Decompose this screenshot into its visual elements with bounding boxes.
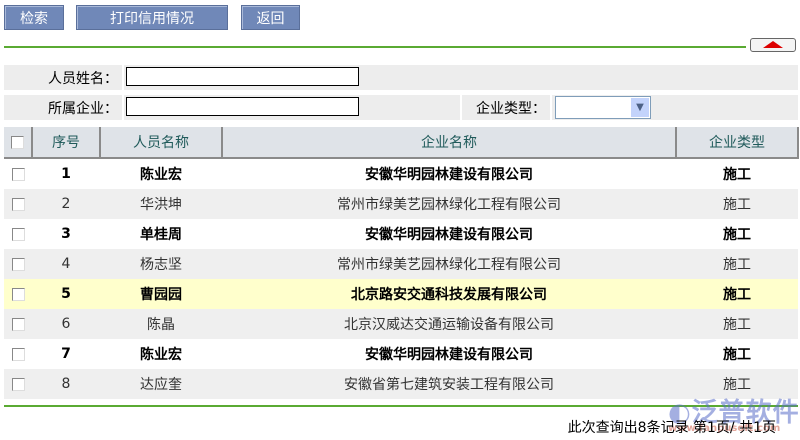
row-checkbox[interactable] [11,317,25,331]
cell-no: 4 [32,249,100,279]
header-company[interactable]: 企业名称 [222,127,677,159]
row-checkbox[interactable] [11,197,25,211]
table-row[interactable]: 6 陈晶 北京汉威达交通运输设备有限公司 施工 [4,309,798,339]
cell-type: 施工 [676,339,798,369]
cell-no: 7 [32,339,100,369]
cell-name[interactable]: 陈业宏 [100,158,222,189]
company-label: 所属企业： [4,95,122,120]
back-button[interactable]: 返回 [241,5,300,30]
table-row[interactable]: 5 曹园园 北京路安交通科技发展有限公司 施工 [4,279,798,309]
cell-name[interactable]: 杨志坚 [100,249,222,279]
form-row-company: 所属企业： 企业类型： ▼ [4,95,798,120]
header-name[interactable]: 人员名称 [100,127,223,159]
cell-name[interactable]: 陈晶 [100,309,222,339]
select-all-checkbox[interactable] [11,135,24,149]
table-row[interactable]: 2 华洪坤 常州市绿美艺园林绿化工程有限公司 施工 [4,189,798,219]
cell-name[interactable]: 单桂周 [100,219,222,249]
cell-no: 8 [32,369,100,399]
print-credit-button[interactable]: 打印信用情况 [76,5,228,30]
search-button[interactable]: 检索 [4,5,64,30]
cell-type: 施工 [676,189,798,219]
form-row-name: 人员姓名： [4,65,798,90]
header-type[interactable]: 企业类型 [676,127,799,159]
select-all-cell [4,127,33,159]
cell-no: 6 [32,309,100,339]
cell-no: 3 [32,219,100,249]
cell-no: 1 [32,158,100,189]
cell-company: 常州市绿美艺园林绿化工程有限公司 [222,249,676,279]
cell-type: 施工 [676,279,798,309]
cell-company: 常州市绿美艺园林绿化工程有限公司 [222,189,676,219]
row-checkbox[interactable] [11,257,25,271]
divider [4,46,746,48]
cell-company: 安徽华明园林建设有限公司 [222,339,676,369]
cell-type: 施工 [676,309,798,339]
cell-type: 施工 [676,158,798,189]
company-input[interactable] [126,97,359,116]
cell-type: 施工 [676,219,798,249]
company-type-select[interactable]: ▼ [555,96,651,119]
cell-company: 安徽华明园林建设有限公司 [222,219,676,249]
cell-name[interactable]: 陈业宏 [100,339,222,369]
row-checkbox[interactable] [11,287,25,301]
pagination-summary: 此次查询出8条记录 第1页/ 共1页 [567,420,776,436]
personnel-table: 序号 人员名称 企业名称 企业类型 1 陈业宏 安徽华明园林建设有限公司 施工 … [4,127,799,399]
name-label: 人员姓名： [4,65,122,90]
cell-company: 安徽省第七建筑安装工程有限公司 [222,369,676,399]
company-type-label: 企业类型： [462,95,550,120]
collapse-toggle-icon[interactable] [750,38,796,52]
table-row[interactable]: 3 单桂周 安徽华明园林建设有限公司 施工 [4,219,798,249]
cell-name[interactable]: 曹园园 [100,279,222,309]
table-row[interactable]: 1 陈业宏 安徽华明园林建设有限公司 施工 [4,158,798,189]
cell-type: 施工 [676,249,798,279]
cell-company: 安徽华明园林建设有限公司 [222,158,676,189]
table-row[interactable]: 4 杨志坚 常州市绿美艺园林绿化工程有限公司 施工 [4,249,798,279]
cell-no: 5 [32,279,100,309]
row-checkbox[interactable] [11,167,25,181]
cell-name[interactable]: 华洪坤 [100,189,222,219]
row-checkbox[interactable] [11,227,25,241]
table-row[interactable]: 7 陈业宏 安徽华明园林建设有限公司 施工 [4,339,798,369]
header-no[interactable]: 序号 [32,127,101,159]
row-checkbox[interactable] [11,347,25,361]
cell-no: 2 [32,189,100,219]
row-checkbox[interactable] [11,377,25,391]
name-input[interactable] [126,67,359,86]
chevron-down-icon: ▼ [631,98,649,117]
cell-name[interactable]: 达应奎 [100,369,222,399]
cell-company: 北京路安交通科技发展有限公司 [222,279,676,309]
cell-company: 北京汉威达交通运输设备有限公司 [222,309,676,339]
